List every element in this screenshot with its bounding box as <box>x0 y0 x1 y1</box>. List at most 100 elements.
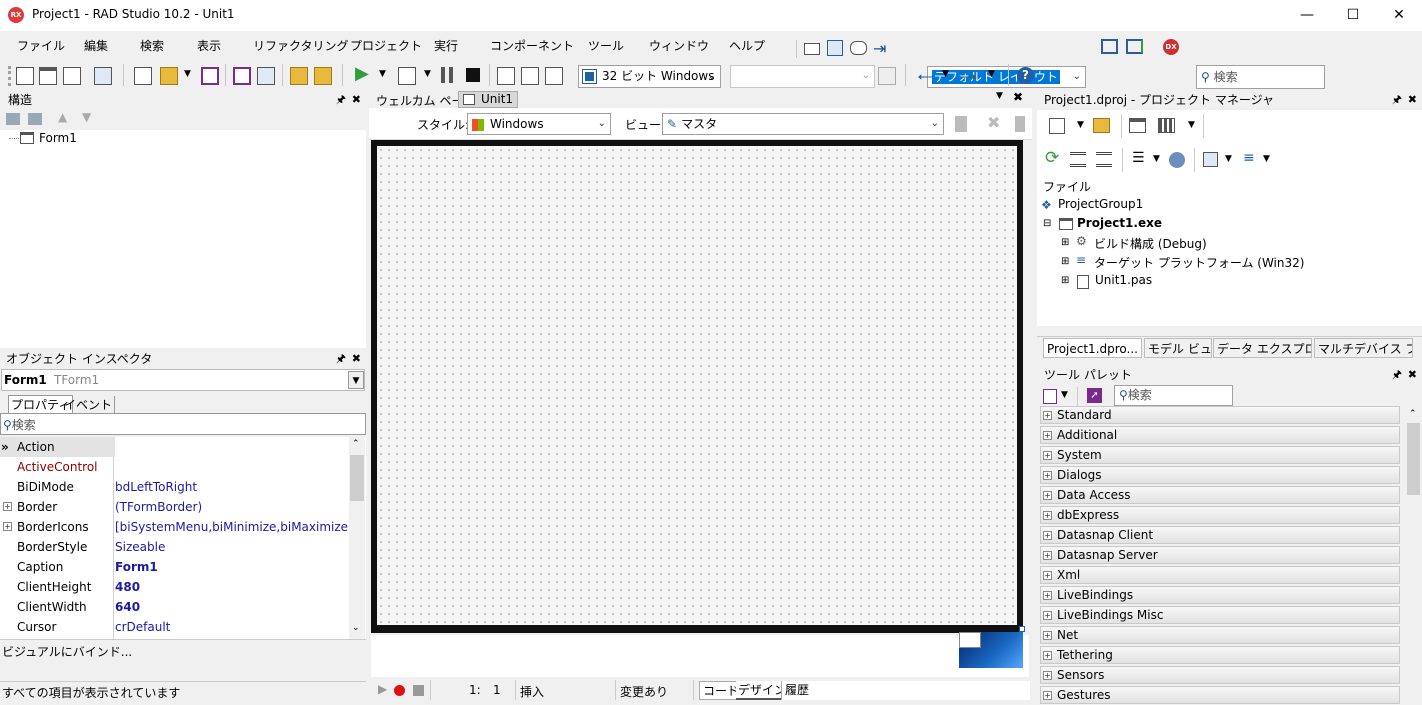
scrollbar-thumb[interactable] <box>350 455 364 501</box>
collapse-all-icon[interactable] <box>1096 152 1112 167</box>
view-form-icon[interactable] <box>94 67 112 85</box>
style-select[interactable]: Windows ⌄ <box>467 113 611 135</box>
chat-icon[interactable] <box>850 41 867 55</box>
menu-run[interactable]: 実行 <box>434 37 458 54</box>
menu-refactor[interactable]: リファクタリング <box>253 37 349 54</box>
property-value[interactable]: Form1 <box>115 557 158 577</box>
menu-search[interactable]: 検索 <box>140 37 164 54</box>
chevron-up-icon[interactable]: ⌃ <box>352 439 360 449</box>
pin-icon[interactable]: 🖈 <box>1392 90 1402 110</box>
view-delete-icon[interactable]: ✖ <box>987 113 1000 132</box>
pin-icon[interactable]: 🖈 <box>336 90 346 110</box>
palette-category[interactable]: + Gestures <box>1040 686 1400 704</box>
platform-select[interactable]: 32 ビット Windows ⌄ <box>578 65 721 88</box>
pause-icon[interactable] <box>441 67 453 83</box>
expand-icon[interactable]: + <box>1043 691 1052 700</box>
chevron-down-icon[interactable]: ▼ <box>1153 154 1160 164</box>
menu-project[interactable]: プロジェクト <box>350 37 422 54</box>
menu-tools[interactable]: ツール <box>588 37 624 54</box>
config-select[interactable]: ⌄ <box>730 65 875 88</box>
view-remove-icon[interactable] <box>1015 116 1025 132</box>
trace-into-icon[interactable] <box>521 67 539 85</box>
property-value[interactable]: 640 <box>115 597 140 617</box>
calendar-icon[interactable] <box>827 40 843 56</box>
sync-icon[interactable]: ⟳ <box>1045 148 1059 168</box>
property-row[interactable]: » Action <box>0 437 349 457</box>
view-select[interactable]: ✎ マスタ ⌄ <box>662 113 944 135</box>
stop-macro-icon[interactable] <box>413 685 424 696</box>
windows-preview-thumbnail[interactable] <box>959 632 1023 668</box>
expand-icon[interactable]: + <box>1043 611 1052 620</box>
chevron-down-icon[interactable]: ▼ <box>348 371 364 389</box>
property-value[interactable]: Sizeable <box>115 537 165 557</box>
stop-icon[interactable] <box>466 68 480 82</box>
add-folder-icon[interactable] <box>1093 118 1110 133</box>
tab-multi-device[interactable]: マルチデバイス プ... <box>1314 338 1413 358</box>
chevron-down-icon[interactable]: ▼ <box>424 69 431 79</box>
build-icon[interactable] <box>1203 152 1218 167</box>
run-to-cursor-icon[interactable] <box>545 67 563 85</box>
chevron-down-icon[interactable]: ▼ <box>988 69 995 79</box>
arrow-down-icon[interactable]: ▼ <box>82 110 91 124</box>
property-value[interactable] <box>115 437 349 457</box>
play-macro-icon[interactable]: ▶ <box>378 682 387 696</box>
close-icon[interactable]: ✖ <box>352 90 361 110</box>
tab-project-manager[interactable]: Project1.dpro... <box>1043 338 1142 358</box>
mail-icon[interactable] <box>804 43 820 55</box>
dx-icon[interactable]: DX <box>1163 39 1179 55</box>
menu-help[interactable]: ヘルプ <box>729 37 765 54</box>
expand-icon[interactable]: + <box>1043 471 1052 480</box>
save-project-icon[interactable] <box>257 67 275 85</box>
pin-icon[interactable]: 🖈 <box>1392 365 1402 385</box>
palette-category[interactable]: + Additional <box>1040 426 1400 444</box>
property-value[interactable]: (TFormBorder) <box>115 497 202 517</box>
new-project-icon[interactable] <box>1049 118 1065 134</box>
expand-icon[interactable]: + <box>1043 671 1052 680</box>
form1-canvas[interactable] <box>377 146 1017 625</box>
palette-search-input[interactable]: ⚲検索 <box>1114 385 1233 406</box>
record-macro-icon[interactable] <box>394 685 405 696</box>
chevron-down-icon[interactable]: ▼ <box>1263 154 1270 164</box>
tab-data-explorer[interactable]: データ エクスプロ... <box>1213 338 1312 358</box>
expand-icon[interactable]: + <box>3 522 12 531</box>
build-order-icon[interactable]: ☰ <box>1132 150 1145 166</box>
property-value[interactable]: 480 <box>115 577 140 597</box>
palette-category[interactable]: + Data Access <box>1040 486 1400 504</box>
apply-layout-icon[interactable] <box>1126 39 1143 54</box>
tab-history[interactable]: 履歴 <box>781 681 1030 700</box>
expand-icon[interactable]: ⊞ <box>1061 275 1069 286</box>
expand-icon[interactable]: + <box>1043 651 1052 660</box>
save-all-icon[interactable] <box>233 67 251 85</box>
expand-icon[interactable]: + <box>1043 571 1052 580</box>
chevron-up-icon[interactable]: ⌃ <box>1409 409 1417 419</box>
collapse-icon[interactable]: ⊟ <box>1043 218 1051 229</box>
expand-icon[interactable]: + <box>1043 451 1052 460</box>
expand-icon[interactable]: + <box>1043 631 1052 640</box>
inspector-search-input[interactable]: ⚲検索 <box>0 413 366 435</box>
property-value[interactable]: bdLeftToRight <box>115 477 197 497</box>
arrow-up-icon[interactable]: ▲ <box>58 110 67 124</box>
folder-icon[interactable] <box>6 113 20 125</box>
add-to-project-icon[interactable] <box>290 67 308 85</box>
save-layout-icon[interactable] <box>1101 39 1118 54</box>
expand-icon[interactable]: ⊞ <box>1061 237 1069 248</box>
menu-edit[interactable]: 編集 <box>84 37 108 54</box>
help-icon[interactable]: ? <box>1017 67 1034 84</box>
palette-category[interactable]: + System <box>1040 446 1400 464</box>
menu-component[interactable]: コンポーネント <box>490 37 574 54</box>
palette-category[interactable]: + Net <box>1040 626 1400 644</box>
palette-category[interactable]: + Sensors <box>1040 666 1400 684</box>
tree-item-project-group[interactable]: ProjectGroup1 <box>1058 197 1143 211</box>
palette-category[interactable]: + Standard <box>1040 406 1400 424</box>
expand-icon[interactable]: + <box>1043 551 1052 560</box>
chevron-down-icon[interactable]: ▼ <box>942 69 949 79</box>
maximize-button[interactable]: ☐ <box>1330 0 1376 31</box>
folder-icon[interactable] <box>28 113 42 125</box>
close-icon[interactable]: ✖ <box>1013 90 1023 104</box>
chevron-down-icon[interactable]: ▼ <box>1061 390 1068 400</box>
palette-category[interactable]: + Xml <box>1040 566 1400 584</box>
open-folder-icon[interactable] <box>160 67 178 85</box>
tree-item-target-platform[interactable]: ターゲット プラットフォーム (Win32) <box>1094 254 1304 271</box>
new-item-icon[interactable] <box>134 67 152 85</box>
deploy-icon[interactable] <box>1169 152 1185 168</box>
